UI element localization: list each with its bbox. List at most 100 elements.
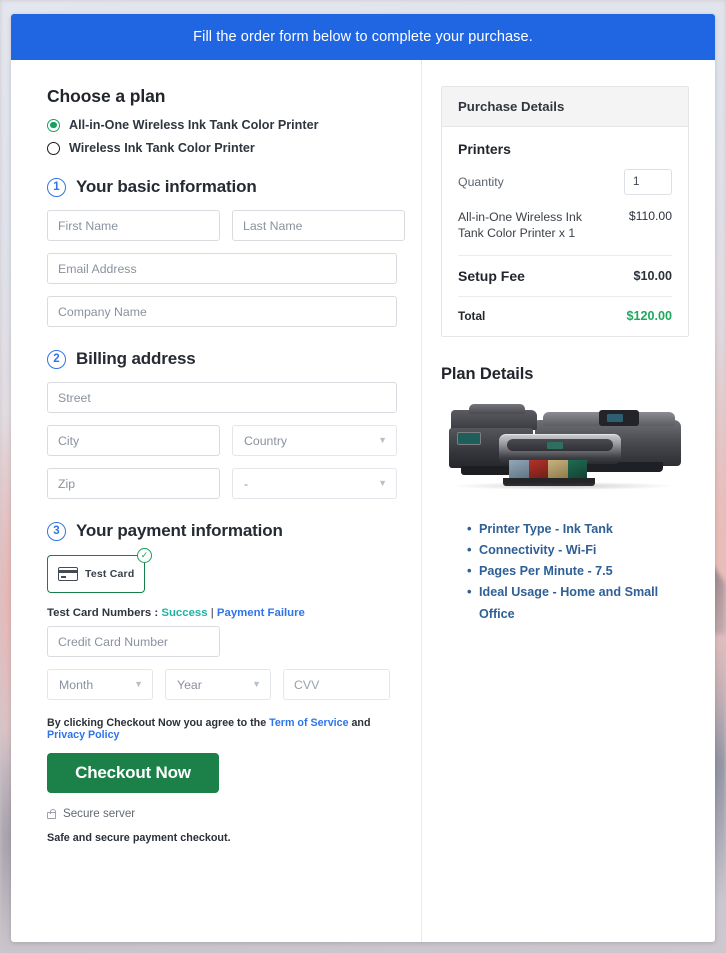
payment-failure-test-link[interactable]: Payment Failure bbox=[217, 607, 305, 619]
city-country-row: Country ▼ bbox=[47, 425, 397, 456]
quantity-row: Quantity bbox=[458, 169, 672, 195]
link-separator: | bbox=[207, 607, 217, 619]
expiry-cvv-row: Month ▼ Year ▼ bbox=[47, 669, 397, 700]
state-select[interactable]: - ▼ bbox=[232, 468, 397, 499]
feature-item: Ideal Usage - Home and Small Office bbox=[467, 581, 689, 624]
chevron-down-icon: ▼ bbox=[134, 679, 143, 689]
purchase-details-body: Printers Quantity All-in-One Wireless In… bbox=[442, 127, 688, 336]
radio-unselected-icon[interactable] bbox=[47, 141, 60, 155]
feature-item: Connectivity - Wi-Fi bbox=[467, 539, 689, 561]
quantity-input[interactable] bbox=[624, 169, 672, 195]
step-title: Your payment information bbox=[76, 521, 283, 540]
expiry-month-select[interactable]: Month ▼ bbox=[47, 669, 153, 700]
test-card-numbers-line: Test Card Numbers : Success | Payment Fa… bbox=[47, 607, 397, 619]
chevron-down-icon: ▼ bbox=[378, 478, 387, 488]
lock-icon bbox=[47, 808, 56, 819]
cvv-input[interactable] bbox=[284, 670, 389, 699]
chevron-down-icon: ▼ bbox=[252, 679, 261, 689]
zip-state-row: - ▼ bbox=[47, 468, 397, 499]
summary-column: Purchase Details Printers Quantity All-i… bbox=[422, 60, 715, 942]
step-title: Your basic information bbox=[76, 177, 257, 196]
email-input[interactable] bbox=[47, 253, 397, 284]
printer-product-image bbox=[447, 398, 687, 503]
plan-details-title: Plan Details bbox=[441, 364, 534, 383]
cvv-field-group bbox=[283, 669, 390, 700]
printer-control-screen bbox=[457, 431, 481, 445]
card-number-row bbox=[47, 626, 397, 657]
feature-item: Pages Per Minute - 7.5 bbox=[467, 560, 689, 582]
step-3-header: 3 Your payment information bbox=[47, 521, 397, 541]
secure-server-note: Secure server bbox=[47, 807, 397, 820]
state-select-value: - bbox=[244, 476, 249, 491]
safe-checkout-note: Safe and secure payment checkout. bbox=[47, 832, 231, 844]
company-field-row bbox=[47, 296, 397, 327]
printer-output-photos bbox=[509, 459, 587, 480]
plan-feature-list: Printer Type - Ink Tank Connectivity - W… bbox=[467, 518, 689, 625]
name-field-row bbox=[47, 210, 405, 241]
test-card-option[interactable]: ✓ Test Card bbox=[47, 548, 152, 593]
purchase-details-header: Purchase Details bbox=[442, 87, 688, 127]
choose-plan-title: Choose a plan bbox=[47, 86, 166, 106]
first-name-input[interactable] bbox=[47, 210, 220, 241]
expiry-year-select[interactable]: Year ▼ bbox=[165, 669, 271, 700]
plan-option-wireless[interactable]: Wireless Ink Tank Color Printer bbox=[47, 141, 397, 155]
plan-option-all-in-one[interactable]: All-in-One Wireless Ink Tank Color Print… bbox=[47, 118, 397, 132]
street-input[interactable] bbox=[47, 382, 397, 413]
line-item-amount: $110.00 bbox=[628, 209, 672, 223]
order-form-column: Choose a plan All-in-One Wireless Ink Ta… bbox=[11, 60, 422, 942]
radio-selected-icon[interactable] bbox=[47, 118, 60, 132]
line-item-row: All-in-One Wireless Ink Tank Color Print… bbox=[458, 209, 672, 256]
setup-fee-label: Setup Fee bbox=[458, 267, 525, 284]
total-amount: $120.00 bbox=[626, 308, 672, 323]
page-banner: Fill the order form below to complete yo… bbox=[11, 14, 715, 60]
card-columns: Choose a plan All-in-One Wireless Ink Ta… bbox=[11, 60, 715, 942]
country-select[interactable]: Country ▼ bbox=[232, 425, 397, 456]
setup-fee-row: Setup Fee $10.00 bbox=[458, 256, 672, 297]
credit-card-icon bbox=[58, 567, 78, 581]
step-title: Billing address bbox=[76, 349, 196, 368]
zip-input[interactable] bbox=[47, 468, 220, 499]
setup-fee-amount: $10.00 bbox=[633, 268, 672, 283]
total-label: Total bbox=[458, 308, 486, 323]
terms-agreement-text: By clicking Checkout Now you agree to th… bbox=[47, 717, 397, 741]
checkout-card: Fill the order form below to complete yo… bbox=[11, 14, 715, 942]
purchase-details-panel: Purchase Details Printers Quantity All-i… bbox=[441, 86, 689, 337]
printers-group-title: Printers bbox=[458, 141, 511, 157]
step-number-badge: 2 bbox=[47, 349, 66, 369]
plan-option-label: Wireless Ink Tank Color Printer bbox=[69, 141, 255, 155]
privacy-policy-link[interactable]: Privacy Policy bbox=[47, 729, 120, 741]
last-name-input[interactable] bbox=[232, 210, 405, 241]
printer-shadow bbox=[453, 481, 673, 490]
success-test-link[interactable]: Success bbox=[161, 607, 207, 619]
step-2-header: 2 Billing address bbox=[47, 349, 397, 369]
street-field-row bbox=[47, 382, 397, 413]
terms-of-service-link[interactable]: Term of Service bbox=[269, 717, 348, 729]
plan-option-label: All-in-One Wireless Ink Tank Color Print… bbox=[69, 118, 319, 132]
printer-scanner-lid bbox=[469, 403, 525, 414]
expiry-year-value: Year bbox=[177, 677, 202, 692]
agreement-conjunction: and bbox=[348, 717, 371, 729]
quantity-label: Quantity bbox=[458, 175, 504, 189]
credit-card-number-input[interactable] bbox=[47, 626, 220, 657]
secure-server-label: Secure server bbox=[63, 807, 136, 820]
printer-front-screen bbox=[547, 441, 563, 449]
selected-check-icon: ✓ bbox=[137, 548, 152, 563]
step-number-badge: 3 bbox=[47, 521, 66, 541]
checkout-now-button[interactable]: Checkout Now bbox=[47, 753, 219, 793]
chevron-down-icon: ▼ bbox=[378, 435, 387, 445]
email-field-row bbox=[47, 253, 397, 284]
test-card-numbers-label: Test Card Numbers : bbox=[47, 607, 162, 619]
agreement-prefix: By clicking Checkout Now you agree to th… bbox=[47, 717, 270, 729]
line-item-name: All-in-One Wireless Ink Tank Color Print… bbox=[458, 210, 582, 241]
printer-rear-screen bbox=[607, 413, 623, 422]
feature-item: Printer Type - Ink Tank bbox=[467, 518, 689, 540]
step-number-badge: 1 bbox=[47, 177, 66, 197]
test-card-label: Test Card bbox=[85, 568, 135, 580]
expiry-month-value: Month bbox=[59, 677, 94, 692]
banner-text: Fill the order form below to complete yo… bbox=[193, 29, 533, 45]
step-1-header: 1 Your basic information bbox=[47, 177, 397, 197]
total-row: Total $120.00 bbox=[458, 297, 672, 323]
country-select-value: Country bbox=[244, 433, 288, 448]
city-input[interactable] bbox=[47, 425, 220, 456]
company-name-input[interactable] bbox=[47, 296, 397, 327]
